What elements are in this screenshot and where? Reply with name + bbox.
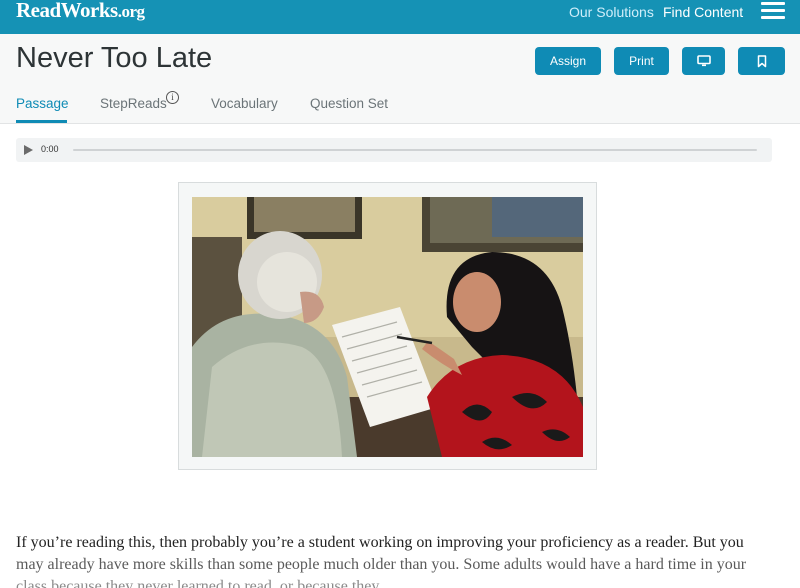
active-tab-indicator	[16, 120, 67, 123]
passage-photo	[192, 197, 583, 457]
monitor-icon	[696, 55, 711, 67]
info-icon[interactable]: i	[166, 91, 179, 104]
passage-body: If you’re reading this, then probably yo…	[16, 532, 776, 588]
tab-vocabulary[interactable]: Vocabulary	[211, 96, 278, 111]
audio-player: 0:00	[16, 138, 772, 162]
passage-line: If you’re reading this, then probably yo…	[16, 534, 744, 551]
tab-passage[interactable]: Passage	[16, 96, 69, 111]
logo-suffix-text: .org	[117, 2, 145, 21]
bookmark-icon	[757, 54, 766, 67]
bookmark-button[interactable]	[738, 47, 785, 75]
nav-our-solutions-link[interactable]: Our Solutions	[569, 4, 654, 20]
audio-progress-track[interactable]	[73, 149, 757, 151]
page-title: Never Too Late	[16, 42, 213, 74]
logo-main-text: ReadWorks	[16, 0, 118, 22]
top-navigation-bar: ReadWorks.org Our Solutions Find Content	[0, 0, 800, 34]
passage-line: may already have more skills than some p…	[16, 556, 747, 573]
print-button[interactable]: Print	[614, 47, 669, 75]
present-button[interactable]	[682, 47, 725, 75]
passage-line: class because they never learned to read…	[16, 578, 380, 588]
tab-stepreads[interactable]: StepReads	[100, 96, 167, 111]
play-icon[interactable]	[24, 145, 33, 155]
tab-question-set[interactable]: Question Set	[310, 96, 388, 111]
audio-time: 0:00	[41, 144, 59, 154]
passage-image-frame	[178, 182, 597, 470]
passage-header: Never Too Late Assign Print Passage Step…	[0, 34, 800, 124]
assign-button[interactable]: Assign	[535, 47, 601, 75]
hamburger-menu-icon[interactable]	[761, 2, 785, 20]
readworks-logo[interactable]: ReadWorks.org	[16, 0, 145, 23]
nav-find-content-link[interactable]: Find Content	[663, 4, 743, 20]
